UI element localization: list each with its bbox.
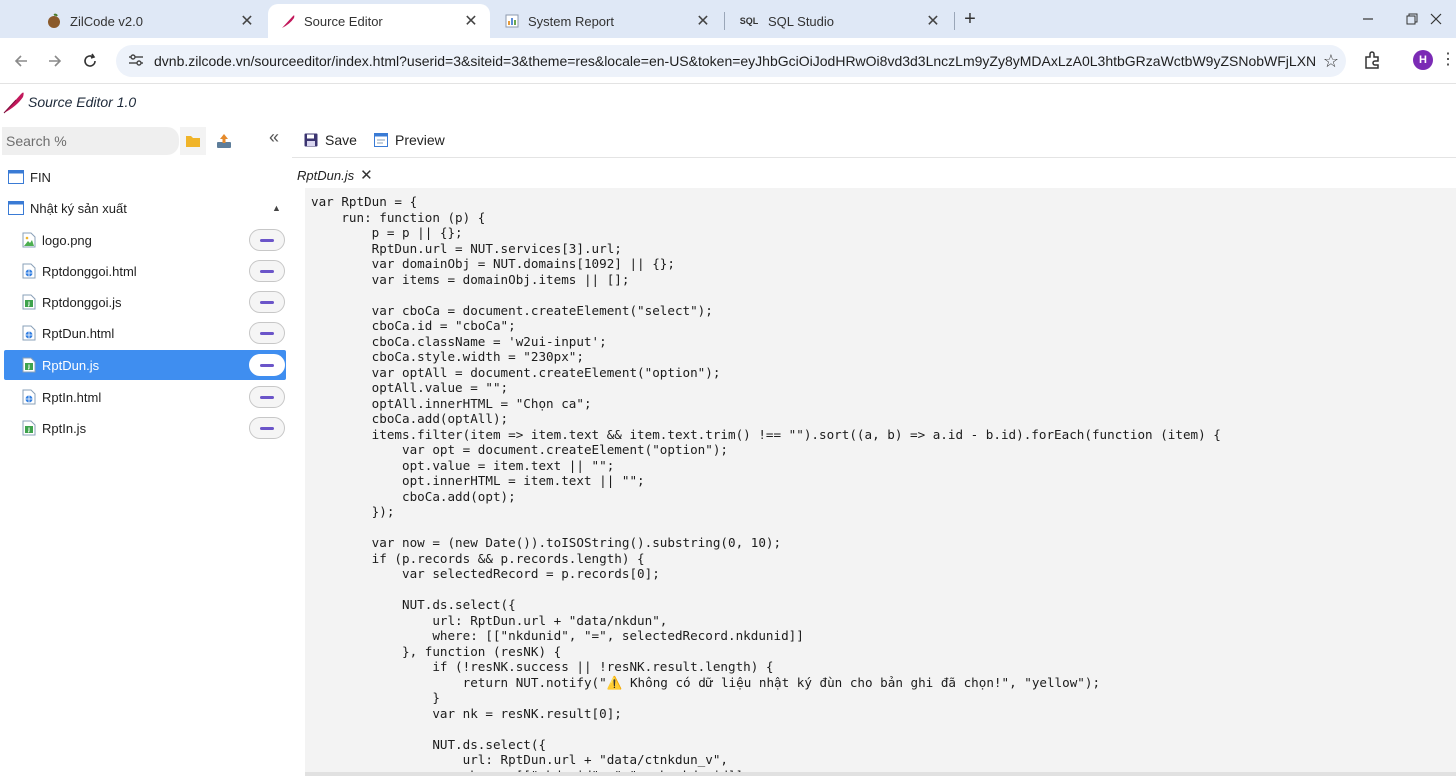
nut-icon [46,13,62,29]
remove-file-button[interactable] [249,229,285,251]
reload-icon [84,53,96,67]
search-input[interactable] [2,127,179,155]
remove-file-button[interactable] [249,417,285,439]
code-editor[interactable]: var RptDun = { run: function (p) { p = p… [305,188,1456,774]
close-tab-icon[interactable]: ✕ [692,10,714,32]
editor-tab-label: RptDun.js [297,167,355,183]
remove-file-button[interactable] [249,386,285,408]
minus-icon [260,238,274,242]
minus-icon [260,331,274,335]
code-content[interactable]: var RptDun = { run: function (p) { p = p… [311,194,1221,774]
window-icon [8,201,24,215]
feather-logo-icon [3,92,24,114]
minus-icon [260,426,274,430]
horizontal-scrollbar[interactable] [305,772,1456,776]
close-tab-icon[interactable]: ✕ [922,10,944,32]
folder-icon [186,136,200,147]
tab-separator [954,12,955,30]
sidebar-search-row: « [0,127,292,155]
close-tab-icon[interactable]: ✕ [236,10,258,32]
tree-root-label: Nhật ký sản xuất [30,200,127,216]
remove-file-button[interactable] [249,260,285,282]
minimize-button[interactable] [1348,6,1388,32]
file-item-rptdonggoi-js[interactable]: Rptdonggoi.js [4,287,286,317]
site-settings-icon[interactable] [124,53,148,70]
tree-root-label: FIN [30,169,51,185]
extensions-icon[interactable] [1362,49,1384,71]
new-tab-button[interactable]: + [958,8,982,32]
feather-icon [280,13,296,29]
upload-icon [217,134,231,148]
app-header: Source Editor 1.0 [0,84,1456,120]
tab-separator [724,12,725,30]
upload-button[interactable] [212,127,236,155]
html-file-icon [22,325,36,341]
remove-file-button[interactable] [249,354,285,376]
window-icon [8,170,24,184]
editor-file-tabs: RptDun.js ✕ [292,158,1456,186]
js-file-icon [22,357,36,373]
browser-menu-icon[interactable]: ⋮ [1440,50,1456,70]
close-icon[interactable]: ✕ [360,166,373,184]
tree-root-nhat-ky-san-xuat[interactable]: Nhật ký sản xuất ▲ [0,193,292,223]
tree-root-fin[interactable]: FIN [0,162,292,192]
url-text[interactable]: dvnb.zilcode.vn/sourceeditor/index.html?… [154,53,1316,69]
collapse-sidebar-icon[interactable]: « [263,127,285,149]
close-icon [1430,13,1442,25]
browser-tab-strip: ZilCode v2.0 ✕ Source Editor ✕ System Re… [0,0,1456,38]
preview-label: Preview [395,132,445,148]
file-item-logo-png[interactable]: logo.png [4,225,286,255]
preview-icon [374,133,388,147]
forward-button[interactable] [42,48,68,74]
image-file-icon [22,232,36,248]
browser-tab-source-editor[interactable]: Source Editor ✕ [268,4,490,38]
browser-toolbar: dvnb.zilcode.vn/sourceeditor/index.html?… [0,38,1456,84]
html-file-icon [22,389,36,405]
sql-icon: SQL [739,16,759,26]
browser-tab-sql-studio[interactable]: SQL SQL Studio ✕ [726,4,952,38]
floppy-disk-icon [304,133,318,147]
minus-icon [260,269,274,273]
address-bar[interactable]: dvnb.zilcode.vn/sourceeditor/index.html?… [116,45,1346,77]
bookmark-star-icon[interactable]: ☆ [1316,51,1346,72]
js-file-icon [22,420,36,436]
profile-avatar[interactable]: H [1413,50,1433,70]
editor-tab-rptdun-js[interactable]: RptDun.js ✕ [297,166,373,184]
save-button[interactable]: Save [304,130,357,150]
file-item-rptin-js[interactable]: RptIn.js [4,413,286,443]
file-item-rptdonggoi-html[interactable]: Rptdonggoi.html [4,256,286,286]
file-explorer-sidebar: « FIN Nhật ký sản xuất ▲ logo.png Rptdon… [0,120,292,776]
file-item-rptin-html[interactable]: RptIn.html [4,382,286,412]
app-title: Source Editor 1.0 [28,94,137,110]
open-folder-button[interactable] [180,127,206,155]
minus-icon [260,363,274,367]
reload-button[interactable] [77,48,103,74]
editor-main: Save Preview RptDun.js ✕ var RptDun = { … [292,120,1456,776]
file-item-rptdun-js[interactable]: RptDun.js [4,350,286,380]
browser-tab-system-report[interactable]: System Report ✕ [492,4,722,38]
arrow-left-icon [14,55,27,67]
browser-tab-zilcode[interactable]: ZilCode v2.0 ✕ [34,4,266,38]
preview-button[interactable]: Preview [374,130,445,150]
close-window-button[interactable] [1416,6,1456,32]
minus-icon [260,395,274,399]
close-tab-icon[interactable]: ✕ [460,10,482,32]
minimize-icon [1363,18,1373,20]
report-icon [504,13,520,29]
arrow-right-icon [49,55,62,67]
caret-up-icon[interactable]: ▲ [272,203,281,213]
html-file-icon [22,263,36,279]
js-file-icon [22,294,36,310]
minus-icon [260,300,274,304]
back-button[interactable] [8,48,34,74]
remove-file-button[interactable] [249,291,285,313]
file-item-rptdun-html[interactable]: RptDun.html [4,318,286,348]
action-bar: Save Preview [292,120,1456,158]
save-label: Save [325,132,357,148]
remove-file-button[interactable] [249,322,285,344]
